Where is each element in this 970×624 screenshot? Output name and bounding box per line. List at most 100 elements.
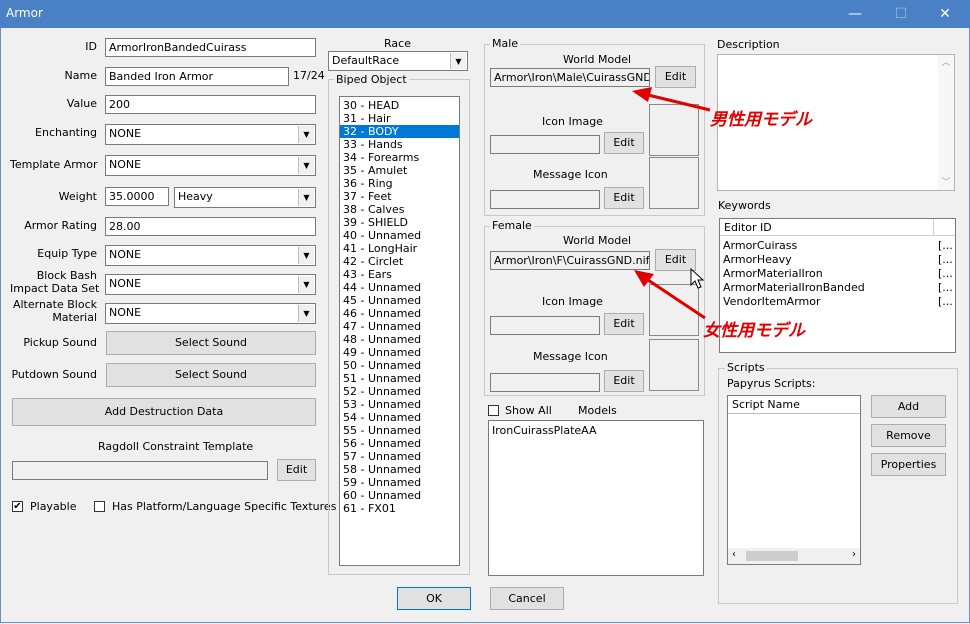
biped-list-item[interactable]: 54 - Unnamed bbox=[340, 411, 459, 424]
enchanting-select[interactable]: NONE ▼ bbox=[105, 124, 316, 145]
biped-list-item[interactable]: 51 - Unnamed bbox=[340, 372, 459, 385]
biped-list-item[interactable]: 43 - Ears bbox=[340, 268, 459, 281]
biped-list-item[interactable]: 61 - FX01 bbox=[340, 502, 459, 515]
add-script-button[interactable]: Add bbox=[871, 395, 946, 418]
race-select[interactable]: DefaultRace ▼ bbox=[328, 51, 468, 71]
equip-type-label: Equip Type bbox=[37, 247, 97, 260]
description-label: Description bbox=[717, 38, 780, 51]
biped-list-item[interactable]: 46 - Unnamed bbox=[340, 307, 459, 320]
biped-list-item[interactable]: 50 - Unnamed bbox=[340, 359, 459, 372]
minimize-button[interactable]: — bbox=[832, 0, 878, 28]
biped-list-item[interactable]: 52 - Unnamed bbox=[340, 385, 459, 398]
name-label: Name bbox=[64, 69, 97, 82]
template-armor-label: Template Armor bbox=[10, 158, 98, 171]
chevron-down-icon: ▼ bbox=[298, 189, 314, 206]
biped-list-item[interactable]: 60 - Unnamed bbox=[340, 489, 459, 502]
keyword-row[interactable]: ArmorMaterialIronBanded [... bbox=[720, 281, 955, 295]
biped-list-item[interactable]: 38 - Calves bbox=[340, 203, 459, 216]
biped-list-item[interactable]: 33 - Hands bbox=[340, 138, 459, 151]
biped-list-item[interactable]: 35 - Amulet bbox=[340, 164, 459, 177]
biped-list-item[interactable]: 55 - Unnamed bbox=[340, 424, 459, 437]
male-message-icon-edit-button[interactable]: Edit bbox=[604, 187, 644, 209]
keyword-row[interactable]: VendorItemArmor [... bbox=[720, 295, 955, 309]
ok-button[interactable]: OK bbox=[397, 587, 471, 610]
biped-object-list[interactable]: 30 - HEAD 31 - Hair 32 - BODY 33 - Hands 34 … bbox=[339, 96, 460, 566]
biped-list-item[interactable]: 49 - Unnamed bbox=[340, 346, 459, 359]
alt-block-select[interactable]: NONE ▼ bbox=[105, 303, 316, 324]
keyword-suffix: [... bbox=[938, 239, 953, 252]
biped-list-item[interactable]: 31 - Hair bbox=[340, 112, 459, 125]
biped-list-item[interactable]: 37 - Feet bbox=[340, 190, 459, 203]
keyword-row[interactable]: ArmorMaterialIron [... bbox=[720, 267, 955, 281]
biped-list-item[interactable]: 56 - Unnamed bbox=[340, 437, 459, 450]
value-input[interactable]: 200 bbox=[105, 95, 316, 114]
biped-list-item[interactable]: 47 - Unnamed bbox=[340, 320, 459, 333]
biped-list-item[interactable]: 30 - HEAD bbox=[340, 99, 459, 112]
script-properties-button[interactable]: Properties bbox=[871, 453, 946, 476]
equip-type-select[interactable]: NONE ▼ bbox=[105, 245, 316, 266]
models-list[interactable]: IronCuirassPlateAA bbox=[488, 420, 704, 576]
block-bash-select[interactable]: NONE ▼ bbox=[105, 274, 316, 295]
keyword-row[interactable]: ArmorHeavy [... bbox=[720, 253, 955, 267]
name-char-count: 17/24 bbox=[293, 69, 325, 82]
equip-type-value: NONE bbox=[109, 248, 142, 261]
biped-list-item[interactable]: 44 - Unnamed bbox=[340, 281, 459, 294]
biped-list-item[interactable]: 58 - Unnamed bbox=[340, 463, 459, 476]
description-scrollbar[interactable]: ︿ ﹀ bbox=[938, 55, 954, 190]
putdown-sound-button[interactable]: Select Sound bbox=[106, 363, 316, 387]
platform-textures-checkbox[interactable] bbox=[94, 501, 105, 512]
scripts-list[interactable]: Script Name ‹ › bbox=[727, 395, 861, 565]
scroll-right-icon[interactable]: › bbox=[852, 549, 856, 560]
add-destruction-data-button[interactable]: Add Destruction Data bbox=[12, 398, 316, 426]
armor-rating-label: Armor Rating bbox=[24, 219, 97, 232]
male-icon-image-path bbox=[490, 135, 600, 154]
biped-list-item[interactable]: 48 - Unnamed bbox=[340, 333, 459, 346]
ragdoll-input[interactable] bbox=[12, 461, 268, 480]
keywords-col-editor-id[interactable]: Editor ID bbox=[724, 221, 772, 234]
chevron-down-icon: ▼ bbox=[298, 276, 314, 293]
weight-class-select[interactable]: Heavy ▼ bbox=[174, 187, 316, 208]
race-label: Race bbox=[384, 37, 411, 50]
id-input[interactable]: ArmorIronBandedCuirass bbox=[105, 38, 316, 57]
show-all-checkbox[interactable] bbox=[488, 405, 499, 416]
chevron-down-icon: ▼ bbox=[298, 126, 314, 143]
male-message-icon-path bbox=[490, 190, 600, 209]
mouse-cursor-icon bbox=[690, 268, 704, 289]
alt-block-value: NONE bbox=[109, 306, 142, 319]
keyword-row[interactable]: ArmorCuirass [... bbox=[720, 239, 955, 253]
biped-list-item[interactable]: 42 - Circlet bbox=[340, 255, 459, 268]
scripts-hscrollbar[interactable]: ‹ › bbox=[728, 548, 860, 564]
biped-list-item[interactable]: 45 - Unnamed bbox=[340, 294, 459, 307]
cancel-button[interactable]: Cancel bbox=[490, 587, 564, 610]
close-button[interactable]: ✕ bbox=[922, 0, 968, 28]
model-list-item[interactable]: IronCuirassPlateAA bbox=[489, 424, 703, 437]
block-bash-label-1: Block Bash bbox=[36, 269, 97, 282]
biped-list-item[interactable]: 32 - BODY bbox=[340, 125, 459, 138]
male-icon-image-label: Icon Image bbox=[542, 115, 603, 128]
name-input[interactable]: Banded Iron Armor bbox=[105, 67, 289, 86]
ragdoll-edit-button[interactable]: Edit bbox=[277, 459, 316, 481]
scroll-up-icon[interactable]: ︿ bbox=[938, 55, 954, 68]
template-armor-select[interactable]: NONE ▼ bbox=[105, 155, 316, 176]
armor-rating-input[interactable]: 28.00 bbox=[105, 217, 316, 236]
biped-list-item[interactable]: 57 - Unnamed bbox=[340, 450, 459, 463]
scripts-col-name[interactable]: Script Name bbox=[732, 398, 800, 411]
female-message-icon-edit-button[interactable]: Edit bbox=[604, 370, 644, 392]
biped-list-item[interactable]: 59 - Unnamed bbox=[340, 476, 459, 489]
remove-script-button[interactable]: Remove bbox=[871, 424, 946, 447]
column-divider[interactable] bbox=[933, 219, 934, 236]
chevron-down-icon: ▼ bbox=[298, 247, 314, 264]
weight-input[interactable]: 35.0000 bbox=[105, 187, 169, 206]
scroll-thumb[interactable] bbox=[746, 551, 798, 561]
scroll-down-icon[interactable]: ﹀ bbox=[938, 175, 954, 188]
biped-list-item[interactable]: 53 - Unnamed bbox=[340, 398, 459, 411]
biped-list-item[interactable]: 34 - Forearms bbox=[340, 151, 459, 164]
playable-checkbox[interactable]: ✔ bbox=[12, 501, 23, 512]
biped-list-item[interactable]: 40 - Unnamed bbox=[340, 229, 459, 242]
biped-list-item[interactable]: 41 - LongHair bbox=[340, 242, 459, 255]
biped-list-item[interactable]: 39 - SHIELD bbox=[340, 216, 459, 229]
female-label: Female bbox=[490, 219, 534, 232]
biped-list-item[interactable]: 36 - Ring bbox=[340, 177, 459, 190]
scroll-left-icon[interactable]: ‹ bbox=[732, 549, 736, 560]
pickup-sound-button[interactable]: Select Sound bbox=[106, 331, 316, 355]
